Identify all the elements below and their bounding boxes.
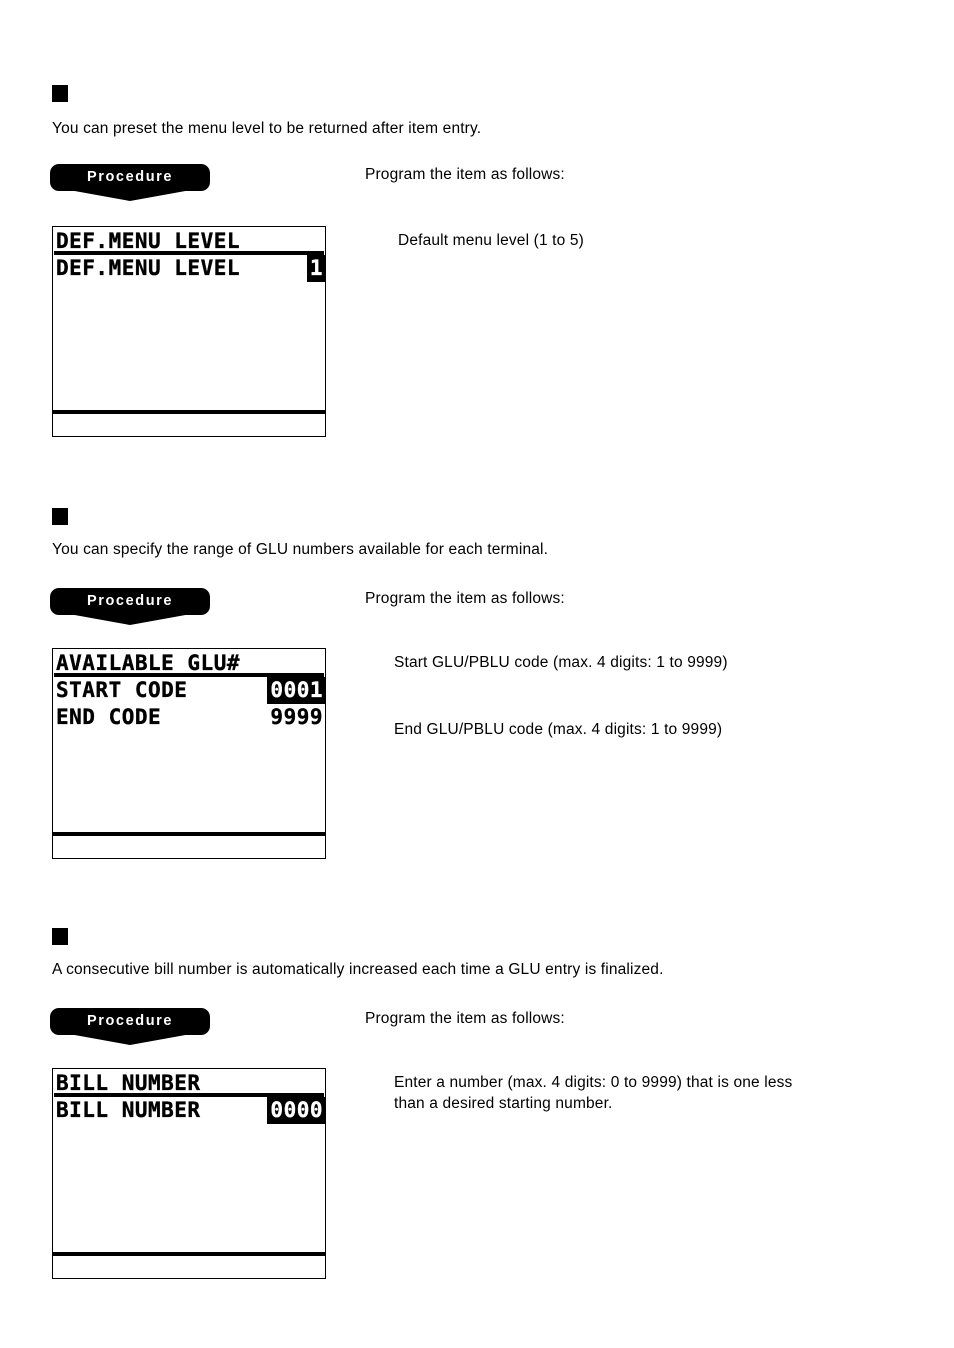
lcd-title-bar: DEF.MENU LEVEL [53, 227, 325, 255]
lcd-title-bar: AVAILABLE GLU# [53, 649, 325, 677]
lcd-title-text: BILL NUMBER [56, 1071, 201, 1095]
lcd-row[interactable]: DEF.MENU LEVEL 1 [53, 255, 325, 282]
lcd-row-value[interactable]: 1 [306, 255, 325, 282]
procedure-note: Program the item as follows: [365, 590, 565, 607]
lcd-row[interactable]: END CODE 9999 [53, 704, 325, 731]
lcd-status-bar [53, 836, 325, 858]
lcd-title-bar: BILL NUMBER [53, 1069, 325, 1097]
lcd-title-text: DEF.MENU LEVEL [56, 229, 241, 253]
procedure-banner: Procedure [50, 1008, 210, 1046]
procedure-banner: Procedure [50, 588, 210, 626]
procedure-note: Program the item as follows: [365, 166, 565, 183]
lcd-row-label: BILL NUMBER [56, 1098, 201, 1122]
lcd-display-panel: BILL NUMBER BILL NUMBER 0000 [52, 1068, 326, 1279]
lcd-row-value[interactable]: 0001 [267, 677, 325, 704]
lcd-screen-area: AVAILABLE GLU# START CODE 0001 END CODE … [53, 649, 325, 832]
lcd-title-text: AVAILABLE GLU# [56, 651, 241, 675]
lcd-display-panel: DEF.MENU LEVEL DEF.MENU LEVEL 1 [52, 226, 326, 437]
manual-page: You can preset the menu level to be retu… [0, 0, 954, 1348]
lcd-status-bar [53, 414, 325, 436]
lcd-row-value[interactable]: 9999 [267, 704, 325, 731]
section-intro-text: You can specify the range of GLU numbers… [52, 541, 549, 558]
field-description: Start GLU/PBLU code (max. 4 digits: 1 to… [394, 654, 728, 671]
lcd-row-label: DEF.MENU LEVEL [56, 256, 241, 280]
lcd-row[interactable]: START CODE 0001 [53, 677, 325, 704]
lcd-row-value[interactable]: 0000 [267, 1097, 325, 1124]
lcd-screen-area: DEF.MENU LEVEL DEF.MENU LEVEL 1 [53, 227, 325, 410]
section-intro-text: You can preset the menu level to be retu… [52, 120, 482, 137]
procedure-banner-label: Procedure [86, 1013, 174, 1029]
lcd-row[interactable]: BILL NUMBER 0000 [53, 1097, 325, 1124]
field-description: Enter a number (max. 4 digits: 0 to 9999… [394, 1074, 793, 1112]
procedure-banner-label: Procedure [86, 169, 174, 185]
lcd-status-bar [53, 1256, 325, 1278]
field-description: End GLU/PBLU code (max. 4 digits: 1 to 9… [394, 721, 723, 738]
procedure-note: Program the item as follows: [365, 1010, 565, 1027]
lcd-display-panel: AVAILABLE GLU# START CODE 0001 END CODE … [52, 648, 326, 859]
section-intro-text: A consecutive bill number is automatical… [52, 961, 664, 978]
procedure-banner-label: Procedure [86, 593, 174, 609]
procedure-banner: Procedure [50, 164, 210, 202]
lcd-empty-area [53, 1124, 325, 1252]
section-bullet-icon [52, 508, 68, 525]
field-description: Default menu level (1 to 5) [398, 232, 584, 249]
lcd-empty-area [53, 731, 325, 832]
section-bullet-icon [52, 85, 68, 102]
lcd-row-label: END CODE [56, 705, 162, 729]
lcd-row-label: START CODE [56, 678, 188, 702]
lcd-empty-area [53, 282, 325, 410]
section-bullet-icon [52, 928, 68, 945]
lcd-screen-area: BILL NUMBER BILL NUMBER 0000 [53, 1069, 325, 1252]
